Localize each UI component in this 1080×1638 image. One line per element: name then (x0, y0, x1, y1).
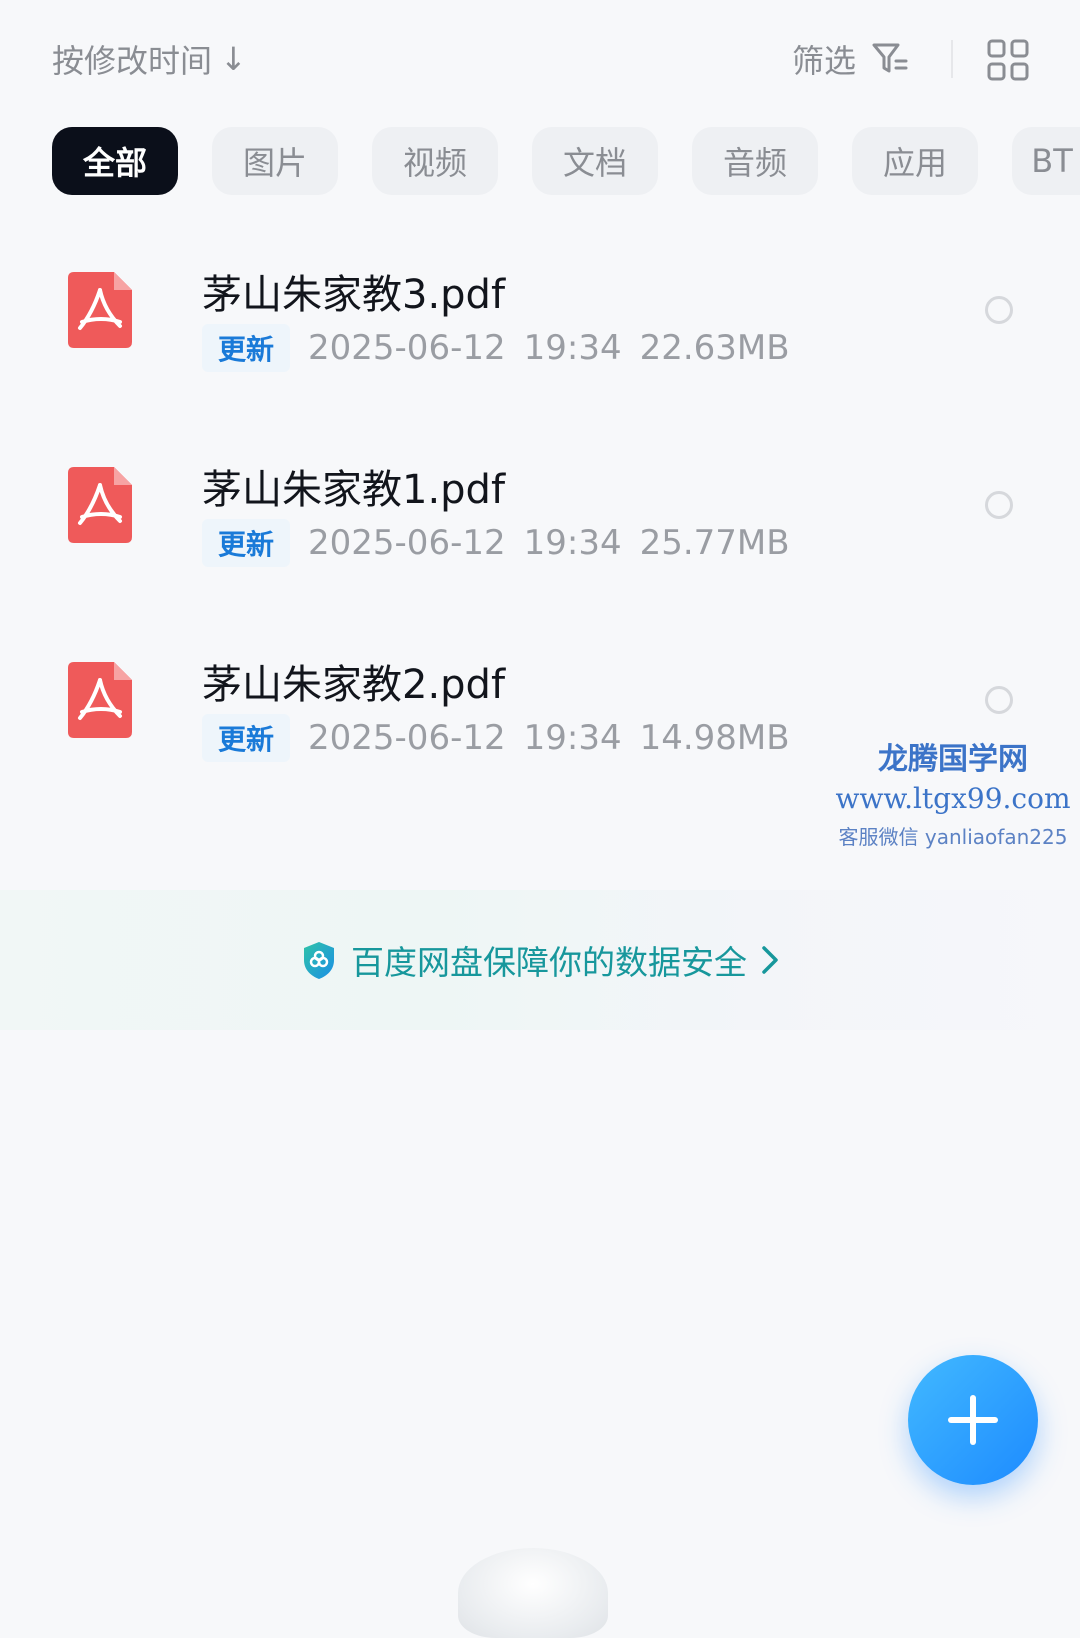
file-size: 25.77MB (639, 523, 790, 563)
data-safety-banner[interactable]: 百度网盘保障你的数据安全 (0, 890, 1080, 1030)
tab-label: 文档 (562, 144, 627, 182)
safety-banner-text: 百度网盘保障你的数据安全 (351, 943, 747, 982)
update-badge: 更新 (202, 519, 291, 567)
file-row[interactable]: 茅山朱家教3.pdf 更新 2025-06-12 19:34 22.63MB (0, 220, 1080, 415)
update-badge: 更新 (202, 324, 291, 372)
file-time: 19:34 (523, 328, 622, 368)
update-badge: 更新 (202, 714, 291, 762)
tab-images[interactable]: 图片 (212, 127, 338, 195)
tab-label: 音频 (722, 144, 787, 182)
file-meta: 更新 2025-06-12 19:34 25.77MB (202, 519, 790, 567)
tab-bt[interactable]: BT (1012, 127, 1080, 195)
file-date: 2025-06-12 (308, 523, 506, 563)
select-radio[interactable] (985, 296, 1013, 324)
watermark-contact: 客服微信 yanliaofan225 (838, 825, 1068, 849)
pdf-icon (68, 272, 132, 348)
plus-icon (948, 1395, 998, 1445)
add-button[interactable] (908, 1355, 1038, 1485)
tab-label: 视频 (402, 144, 467, 182)
tab-videos[interactable]: 视频 (372, 127, 498, 195)
file-time: 19:34 (523, 523, 622, 563)
file-list: 茅山朱家教3.pdf 更新 2025-06-12 19:34 22.63MB 茅… (0, 220, 1080, 805)
file-meta: 更新 2025-06-12 19:34 14.98MB (202, 714, 790, 762)
file-date: 2025-06-12 (308, 718, 506, 758)
tab-label: 全部 (82, 144, 147, 182)
grid-view-icon[interactable] (986, 38, 1030, 82)
watermark: 龙腾国学网 www.ltgx99.com 客服微信 yanliaofan225 (828, 734, 1078, 850)
pdf-icon (68, 662, 132, 738)
arrow-down-icon: ↓ (220, 40, 247, 78)
file-time: 19:34 (523, 718, 622, 758)
filter-label: 筛选 (792, 42, 857, 80)
select-radio[interactable] (985, 491, 1013, 519)
file-name: 茅山朱家教2.pdf (202, 662, 506, 708)
file-name: 茅山朱家教3.pdf (202, 272, 506, 318)
file-date: 2025-06-12 (308, 328, 506, 368)
tab-all[interactable]: 全部 (52, 127, 178, 195)
top-toolbar: 按修改时间 ↓ 筛选 (0, 0, 1080, 120)
file-name: 茅山朱家教1.pdf (202, 467, 506, 513)
file-size: 14.98MB (639, 718, 790, 758)
pdf-icon (68, 467, 132, 543)
tab-label: 图片 (242, 144, 307, 182)
shield-icon (304, 942, 334, 979)
toolbar-divider (951, 40, 953, 78)
sort-button[interactable]: 按修改时间 ↓ (52, 36, 247, 82)
watermark-url: www.ltgx99.com (835, 782, 1071, 815)
filter-button[interactable]: 筛选 (792, 36, 910, 82)
file-row[interactable]: 茅山朱家教1.pdf 更新 2025-06-12 19:34 25.77MB (0, 415, 1080, 610)
tab-label: BT (1031, 142, 1073, 180)
tab-label: 应用 (882, 144, 947, 182)
tab-audio[interactable]: 音频 (692, 127, 818, 195)
tab-apps[interactable]: 应用 (852, 127, 978, 195)
mascot-peek (458, 1548, 608, 1638)
category-tabs: 全部 图片 视频 文档 音频 应用 BT (52, 127, 1080, 195)
watermark-title: 龙腾国学网 (878, 742, 1028, 777)
sort-label: 按修改时间 (52, 42, 213, 80)
tab-documents[interactable]: 文档 (532, 127, 658, 195)
filter-icon (872, 43, 908, 73)
select-radio[interactable] (985, 686, 1013, 714)
file-meta: 更新 2025-06-12 19:34 22.63MB (202, 324, 790, 372)
chevron-right-icon (762, 946, 778, 974)
file-size: 22.63MB (639, 328, 790, 368)
